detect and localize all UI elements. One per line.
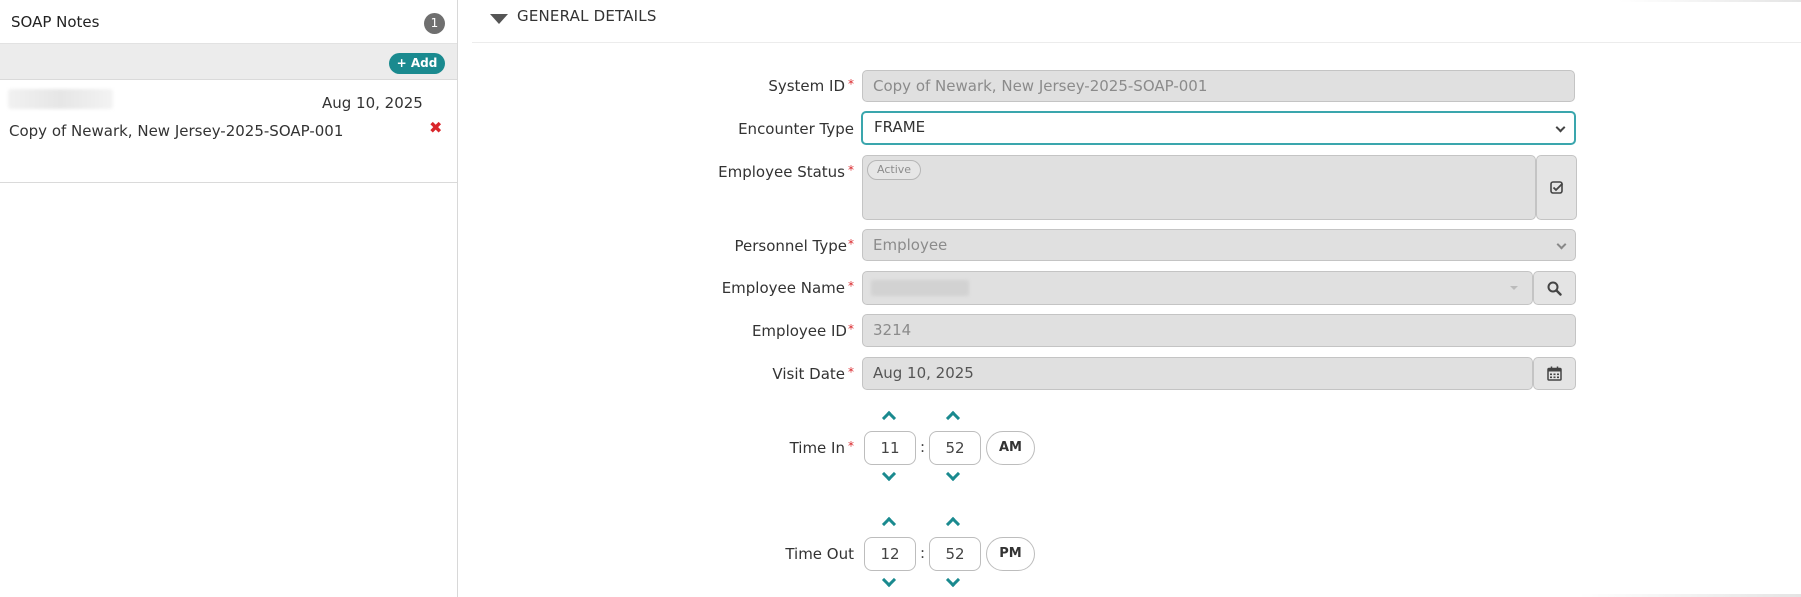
time-in-label: Time In *	[790, 439, 854, 457]
time-out-hour-up-icon[interactable]	[881, 516, 897, 532]
time-out-minute-input[interactable]: 52	[929, 537, 981, 571]
personnel-type-select[interactable]: Employee	[862, 229, 1576, 261]
employee-status-label-text: Employee Status	[718, 163, 845, 181]
soap-notes-toolbar: + Add	[0, 44, 457, 80]
chevron-down-icon	[1555, 122, 1566, 133]
required-marker: *	[848, 163, 854, 177]
personnel-type-value: Employee	[873, 236, 948, 254]
employee-id-field[interactable]: 3214	[862, 314, 1576, 347]
encounter-type-select[interactable]: FRAME	[861, 111, 1576, 145]
employee-id-label-text: Employee ID	[751, 322, 847, 340]
time-in-minute-input[interactable]: 52	[929, 431, 981, 465]
status-badge: Active	[867, 160, 922, 180]
status-check-button[interactable]	[1536, 155, 1577, 220]
personnel-type-label: Personnel Type*	[734, 237, 854, 255]
soap-notes-header: SOAP Notes 1	[0, 0, 457, 44]
required-marker: *	[848, 439, 854, 453]
employee-name-label-text: Employee Name	[721, 279, 845, 297]
time-in-ampm-toggle[interactable]: AM	[986, 431, 1035, 465]
list-item[interactable]: Aug 10, 2025 Copy of Newark, New Jersey-…	[0, 81, 457, 183]
employee-name-select[interactable]	[862, 271, 1533, 305]
visit-date-label: Visit Date *	[772, 365, 854, 383]
soap-notes-count-badge: 1	[424, 13, 445, 34]
employee-name-label-wrap: Employee Name *	[459, 279, 854, 299]
time-in-hour-up-icon[interactable]	[881, 410, 897, 426]
visit-date-label-text: Visit Date	[772, 365, 845, 383]
employee-id-label-wrap: Employee ID*	[459, 322, 854, 342]
time-out-label-wrap: Time Out	[459, 545, 854, 565]
time-out-minute-up-icon[interactable]	[945, 516, 961, 532]
visit-date-calendar-button[interactable]	[1533, 357, 1576, 390]
time-separator: :	[920, 438, 926, 456]
search-icon	[1547, 281, 1562, 296]
time-in-minute-up-icon[interactable]	[945, 410, 961, 426]
system-id-label-text: System ID	[768, 77, 845, 95]
required-marker: *	[848, 365, 854, 379]
employee-search-button[interactable]	[1533, 271, 1576, 305]
check-square-icon	[1549, 180, 1563, 194]
visit-date-field[interactable]: Aug 10, 2025	[862, 357, 1533, 390]
delete-icon[interactable]: ✖	[429, 118, 442, 137]
soap-notes-panel: SOAP Notes 1 + Add Aug 10, 2025 Copy of …	[0, 0, 458, 597]
required-marker: *	[848, 237, 854, 251]
details-panel: GENERAL DETAILS System ID * Copy of Newar…	[459, 0, 1801, 597]
add-note-button[interactable]: + Add	[389, 53, 445, 74]
general-details-header[interactable]: GENERAL DETAILS	[472, 0, 1801, 43]
encounter-type-label: Encounter Type	[738, 120, 854, 138]
note-date: Aug 10, 2025	[322, 94, 423, 112]
employee-status-label: Employee Status *	[718, 163, 854, 181]
time-in-hour-down-icon[interactable]	[881, 466, 897, 482]
personnel-type-label-text: Personnel Type	[734, 237, 847, 255]
personnel-type-label-wrap: Personnel Type*	[459, 237, 854, 257]
required-marker: *	[848, 322, 854, 336]
time-in-label-wrap: Time In *	[459, 439, 854, 459]
soap-notes-title: SOAP Notes	[11, 13, 100, 31]
employee-name-label: Employee Name *	[722, 279, 854, 297]
time-out-minute-down-icon[interactable]	[945, 572, 961, 588]
employee-status-field[interactable]: Active	[862, 155, 1536, 220]
caret-down-icon[interactable]	[490, 14, 508, 24]
time-out-label: Time Out	[785, 545, 854, 563]
encounter-type-value: FRAME	[874, 118, 926, 136]
system-id-field[interactable]: Copy of Newark, New Jersey-2025-SOAP-001	[862, 70, 1575, 102]
caret-down-icon	[1510, 286, 1518, 290]
required-marker: *	[848, 279, 854, 293]
employee-status-label-wrap: Employee Status *	[459, 163, 854, 183]
encounter-type-label-wrap: Encounter Type	[459, 120, 854, 140]
time-in-hour-input[interactable]: 11	[864, 431, 916, 465]
time-out-hour-down-icon[interactable]	[881, 572, 897, 588]
note-name: Copy of Newark, New Jersey-2025-SOAP-001	[9, 122, 344, 140]
visit-date-label-wrap: Visit Date *	[459, 365, 854, 385]
system-id-label-wrap: System ID *	[459, 77, 854, 97]
system-id-label: System ID *	[768, 77, 854, 95]
time-out-hour-input[interactable]: 12	[864, 537, 916, 571]
time-in-label-text: Time In	[789, 439, 845, 457]
time-in-minute-down-icon[interactable]	[945, 466, 961, 482]
calendar-icon	[1547, 366, 1562, 381]
chevron-down-icon	[1556, 239, 1567, 250]
required-marker: *	[848, 77, 854, 91]
time-out-ampm-toggle[interactable]: PM	[986, 537, 1035, 571]
time-separator: :	[920, 544, 926, 562]
section-title: GENERAL DETAILS	[517, 7, 657, 25]
employee-id-label: Employee ID*	[752, 322, 854, 340]
redacted-author	[8, 89, 113, 109]
redacted-employee-name	[871, 280, 969, 296]
